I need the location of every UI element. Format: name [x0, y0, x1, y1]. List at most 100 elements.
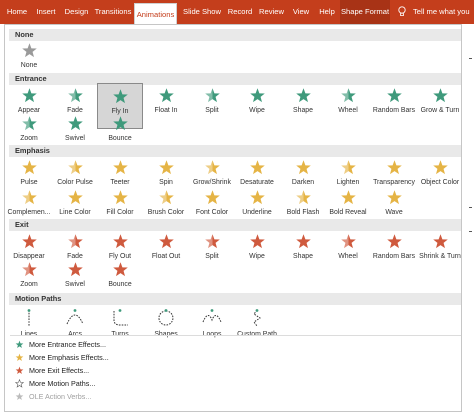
custom-path-path-icon — [253, 309, 261, 327]
effect-label: Float In — [154, 107, 178, 114]
effect-label: Random Bars — [372, 107, 416, 114]
tab-slide-show[interactable]: Slide Show — [181, 0, 223, 24]
more-link-label: More Emphasis Effects... — [29, 353, 109, 362]
star-icon — [112, 116, 128, 131]
category-none: None — [9, 29, 461, 41]
star-icon — [67, 116, 83, 131]
lightbulb-icon — [398, 6, 406, 16]
effect-label: Grow & Turn — [420, 107, 460, 114]
divider — [10, 335, 461, 336]
effect-label: Bounce — [108, 281, 132, 288]
effect-label: Wave — [385, 209, 403, 216]
effect-label: Split — [205, 107, 219, 114]
scroll-mark — [469, 207, 472, 208]
effect-label: Brush Color — [147, 209, 185, 216]
star-icon — [112, 262, 128, 277]
star-icon — [295, 160, 311, 175]
effect-label: Zoom — [20, 281, 38, 288]
star-icon — [386, 88, 402, 103]
emphasis-star-icon — [15, 353, 24, 362]
tab-record[interactable]: Record — [225, 0, 255, 24]
star-icon — [249, 88, 265, 103]
more-link-more-exit-effects[interactable]: More Exit Effects... — [15, 364, 215, 377]
effect-label: Bounce — [108, 135, 132, 142]
tab-help[interactable]: Help — [316, 0, 338, 24]
effect-label: Bold Reveal — [329, 209, 367, 216]
effect-wheel[interactable]: Wheel — [325, 229, 371, 275]
arcs-path-icon — [66, 309, 84, 325]
star-icon — [112, 234, 128, 249]
star-icon — [340, 190, 356, 205]
effect-label: Swivel — [65, 281, 85, 288]
effect-wipe[interactable]: Wipe — [234, 83, 280, 129]
more-link-label: More Exit Effects... — [29, 366, 90, 375]
lines-path-icon — [27, 309, 31, 326]
effect-label: Fill Color — [106, 209, 134, 216]
entrance-star-icon — [15, 340, 24, 349]
star-icon — [21, 160, 37, 175]
star-icon — [340, 160, 356, 176]
effect-shape[interactable]: Shape — [280, 229, 326, 275]
star-icon — [158, 234, 174, 249]
effect-split[interactable]: Split — [189, 229, 235, 275]
more-link-ole-action-verbs: OLE Action Verbs... — [15, 390, 215, 403]
star-icon — [67, 262, 83, 277]
star-icon — [112, 160, 128, 175]
gallery-scrollbar[interactable] — [462, 24, 474, 412]
star-icon — [204, 190, 220, 205]
effect-random-bars[interactable]: Random Bars — [371, 229, 417, 275]
effect-wheel[interactable]: Wheel — [325, 83, 371, 129]
effect-label: Zoom — [20, 135, 38, 142]
star-icon — [295, 234, 311, 249]
star-icon — [340, 234, 356, 250]
effect-label: Wheel — [338, 253, 358, 260]
effect-label: Shrink & Turn — [419, 253, 461, 260]
tab-home[interactable]: Home — [3, 0, 31, 24]
star-icon — [386, 160, 402, 175]
shapes-path-icon — [158, 309, 174, 326]
more-link-more-entrance-effects[interactable]: More Entrance Effects... — [15, 338, 215, 351]
effect-label: Complemen... — [7, 209, 51, 216]
star-icon — [21, 262, 37, 278]
effect-random-bars[interactable]: Random Bars — [371, 83, 417, 129]
effect-label: Wipe — [249, 107, 265, 114]
more-link-label: More Motion Paths... — [29, 379, 96, 388]
star-icon — [386, 190, 402, 205]
effect-grow-turn[interactable]: Grow & Turn — [417, 83, 461, 129]
effect-wipe[interactable]: Wipe — [234, 229, 280, 275]
effect-float-in[interactable]: Float In — [143, 83, 189, 129]
star-icon — [158, 88, 174, 103]
more-link-label: OLE Action Verbs... — [29, 392, 92, 401]
star-icon — [249, 160, 265, 175]
tab-view[interactable]: View — [288, 0, 314, 24]
more-link-more-emphasis-effects[interactable]: More Emphasis Effects... — [15, 351, 215, 364]
effect-label: Split — [205, 253, 219, 260]
effect-label: Wipe — [249, 253, 265, 260]
tab-shape-format[interactable]: Shape Format — [340, 0, 390, 24]
effect-float-out[interactable]: Float Out — [143, 229, 189, 275]
effect-shrink-turn[interactable]: Shrink & Turn — [417, 229, 461, 275]
loops-path-icon — [202, 309, 222, 323]
effect-object-color[interactable]: Object Color — [417, 155, 461, 201]
tab-review[interactable]: Review — [257, 0, 286, 24]
star-icon — [21, 43, 37, 58]
effect-split[interactable]: Split — [189, 83, 235, 129]
effect-label: Shape — [293, 253, 313, 260]
more-link-more-motion-paths[interactable]: More Motion Paths... — [15, 377, 215, 390]
star-icon — [432, 160, 448, 175]
tab-animations[interactable]: Animations — [134, 3, 177, 24]
effect-label: Underline — [242, 209, 272, 216]
star-icon — [67, 190, 83, 205]
star-icon — [295, 190, 311, 206]
tell-me-search[interactable]: Tell me what you — [413, 0, 470, 24]
tab-transitions[interactable]: Transitions — [94, 0, 132, 24]
tab-insert[interactable]: Insert — [33, 0, 59, 24]
star-icon — [432, 88, 448, 103]
effect-custom-path[interactable]: Custom Path — [234, 304, 280, 350]
effect-shape[interactable]: Shape — [280, 83, 326, 129]
tab-design[interactable]: Design — [61, 0, 92, 24]
effect-label: Font Color — [195, 209, 229, 216]
star-icon — [158, 160, 174, 175]
effect-label: Object Color — [420, 179, 460, 186]
star-icon — [340, 88, 356, 104]
